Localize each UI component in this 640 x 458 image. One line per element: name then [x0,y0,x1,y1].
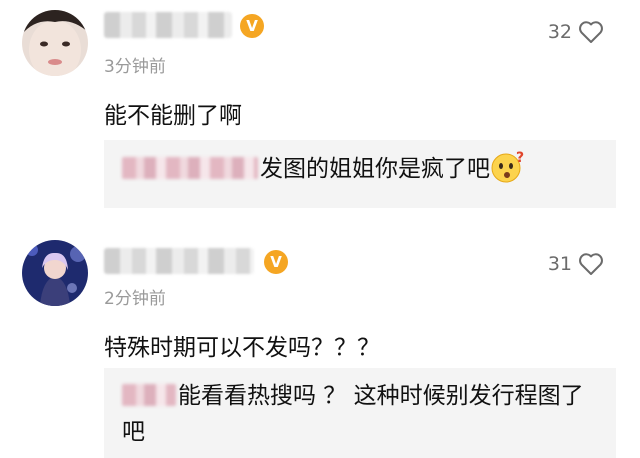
comment-text: 特殊时期可以不发吗？？？ [104,335,380,361]
like-button[interactable]: 32 [548,20,604,44]
timestamp: 2分钟前 [104,289,166,309]
heart-icon [579,253,603,275]
reply-username-blurred[interactable] [122,384,176,406]
v-verified-badge-icon: V [240,14,264,38]
reply-box[interactable]: 发图的姐姐你是疯了吧 ? [104,140,616,208]
avatar-face-icon [22,10,88,76]
heart-icon [579,21,603,43]
like-count: 32 [547,21,572,43]
comment-text: 能不能删了啊 [104,103,242,129]
reply-text: 能看看热搜吗 ？ 这种时候别发行程图了吧 [122,383,584,445]
comment-item: V 3分钟前 32 能不能删了啊 发图的姐姐你是疯了吧 ? [0,0,640,228]
timestamp: 3分钟前 [104,57,166,77]
avatar[interactable] [22,10,88,76]
reply-text: 发图的姐姐你是疯了吧 [260,156,490,182]
avatar-concert-photo-icon [22,240,88,306]
username-blurred[interactable] [104,248,254,274]
like-button[interactable]: 31 [548,252,604,276]
username-blurred[interactable] [104,12,232,38]
thinking-face-emoji-icon: ? [491,150,524,183]
reply-username-blurred[interactable] [122,157,258,179]
avatar[interactable] [22,240,88,306]
comment-item: V 2分钟前 31 特殊时期可以不发吗？？？ 能看看热搜吗 ？ 这种时候别发行程… [0,228,640,458]
svg-text:?: ? [516,150,524,166]
reply-box[interactable]: 能看看热搜吗 ？ 这种时候别发行程图了吧 [104,368,616,458]
comment-list: V 3分钟前 32 能不能删了啊 发图的姐姐你是疯了吧 ? V 2分钟前 31 … [0,0,640,458]
v-verified-badge-icon: V [264,250,288,274]
like-count: 31 [547,253,572,275]
